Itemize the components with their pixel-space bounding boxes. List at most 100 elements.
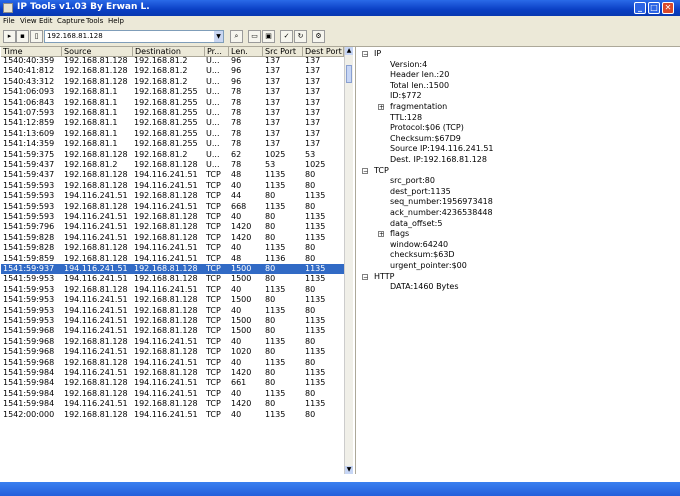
table-row[interactable]: 1542:00:000 192.168.81.128 194.116.241.51 T…: [1, 410, 344, 420]
tree-node[interactable]: TCP: [374, 166, 389, 176]
table-row[interactable]: 1541:59:968 192.168.81.128 194.116.241.51 T…: [1, 358, 344, 368]
tree-node[interactable]: HTTP: [374, 272, 394, 282]
tree-leaf[interactable]: seq_number:1956973418: [390, 197, 493, 207]
tree-leaf[interactable]: Protocol:$06 (TCP): [390, 123, 464, 133]
table-row[interactable]: 1541:59:593 194.116.241.51 192.168.81.128 T…: [1, 191, 344, 201]
tree-leaf[interactable]: ID:$772: [390, 91, 422, 101]
cell-destination: 192.168.81.128: [134, 368, 198, 377]
col-time[interactable]: Time: [1, 47, 62, 56]
table-row[interactable]: 1541:59:593 194.116.241.51 192.168.81.128 T…: [1, 212, 344, 222]
menu-file[interactable]: File: [3, 17, 15, 25]
col-length[interactable]: Len.: [229, 47, 263, 56]
close-button[interactable]: ✕: [662, 2, 674, 14]
table-row[interactable]: 1541:59:593 192.168.81.128 194.116.241.51 T…: [1, 202, 344, 212]
scrollbar-thumb[interactable]: [346, 65, 352, 83]
menu-capture[interactable]: Capture: [57, 17, 85, 25]
table-row[interactable]: 1541:13:609 192.168.81.1 192.168.81.255 U..…: [1, 129, 344, 139]
refresh-icon[interactable]: ↻: [294, 30, 307, 43]
table-row[interactable]: 1541:59:984 194.116.241.51 192.168.81.128 T…: [1, 399, 344, 409]
tree-leaf[interactable]: DATA:1460 Bytes: [390, 282, 459, 292]
cell-time: 1541:59:937: [3, 264, 55, 273]
tree-leaf[interactable]: ack_number:4236538448: [390, 208, 493, 218]
table-row[interactable]: 1541:14:359 192.168.81.1 192.168.81.255 U..…: [1, 139, 344, 149]
table-row[interactable]: 1541:59:953 194.116.241.51 192.168.81.128 T…: [1, 306, 344, 316]
table-row[interactable]: 1541:59:953 194.116.241.51 192.168.81.128 T…: [1, 274, 344, 284]
table-row[interactable]: 1540:40:359 192.168.81.128 192.168.81.2 U..…: [1, 56, 344, 66]
table-row-selected[interactable]: 1541:59:937 194.116.241.51 192.168.81.128 T…: [1, 264, 344, 275]
search-icon[interactable]: ⌕: [230, 30, 243, 43]
col-protocol[interactable]: Pr...: [205, 47, 229, 56]
table-row[interactable]: 1541:59:953 192.168.81.128 194.116.241.51 T…: [1, 285, 344, 295]
settings-icon[interactable]: ⚙: [312, 30, 325, 43]
minimize-button[interactable]: _: [634, 2, 646, 14]
table-row[interactable]: 1541:59:953 194.116.241.51 192.168.81.128 T…: [1, 316, 344, 326]
table-row[interactable]: 1541:59:984 194.116.241.51 192.168.81.128 T…: [1, 368, 344, 378]
scroll-down-icon[interactable]: ▼: [345, 466, 353, 474]
new-document-icon[interactable]: ▯: [30, 30, 43, 43]
menu-edit[interactable]: Edit: [39, 17, 53, 25]
cell-destination: 192.168.81.128: [134, 316, 198, 325]
maximize-button[interactable]: □: [648, 2, 660, 14]
table-row[interactable]: 1541:59:953 194.116.241.51 192.168.81.128 T…: [1, 295, 344, 305]
table-row[interactable]: 1541:59:859 192.168.81.128 194.116.241.51 T…: [1, 254, 344, 264]
tree-leaf[interactable]: Total len.:1500: [390, 81, 449, 91]
table-row[interactable]: 1540:43:312 192.168.81.128 192.168.81.2 U..…: [1, 77, 344, 87]
collapse-icon[interactable]: −: [362, 273, 368, 280]
open-folder-icon[interactable]: ▭: [248, 30, 261, 43]
collapse-icon[interactable]: −: [362, 167, 368, 174]
stop-icon[interactable]: ▪: [16, 30, 29, 43]
tree-leaf[interactable]: Header len.:20: [390, 70, 449, 80]
cell-length: 40: [231, 357, 242, 367]
play-icon[interactable]: ▸: [3, 30, 16, 43]
expand-icon[interactable]: +: [378, 231, 384, 238]
table-row[interactable]: 1541:59:796 194.116.241.51 192.168.81.128 T…: [1, 222, 344, 232]
tree-leaf[interactable]: dest_port:1135: [390, 187, 451, 197]
table-row[interactable]: 1541:59:968 192.168.81.128 194.116.241.51 T…: [1, 337, 344, 347]
cell-time: 1541:59:984: [3, 388, 55, 398]
tree-leaf[interactable]: fragmentation: [390, 102, 447, 112]
tree-leaf[interactable]: flags: [390, 229, 409, 239]
table-row[interactable]: 1541:59:968 194.116.241.51 192.168.81.128 T…: [1, 347, 344, 357]
save-icon[interactable]: ▣: [262, 30, 275, 43]
tree-leaf[interactable]: Dest. IP:192.168.81.128: [390, 155, 487, 165]
table-row[interactable]: 1541:59:968 194.116.241.51 192.168.81.128 T…: [1, 326, 344, 336]
menu-help[interactable]: Help: [108, 17, 124, 25]
tree-leaf[interactable]: urgent_pointer:$00: [390, 261, 467, 271]
address-combo[interactable]: 192.168.81.128 ▼: [44, 30, 224, 43]
chevron-down-icon[interactable]: ▼: [214, 31, 223, 42]
table-row[interactable]: 1541:59:437 192.168.81.2 192.168.81.128 U..…: [1, 160, 344, 170]
packet-list-scrollbar[interactable]: ▲ ▼: [344, 47, 353, 474]
collapse-icon[interactable]: −: [362, 51, 368, 58]
col-source[interactable]: Source: [62, 47, 133, 56]
tree-node[interactable]: IP: [374, 49, 381, 59]
table-row[interactable]: 1541:59:437 192.168.81.128 194.116.241.51 T…: [1, 170, 344, 180]
table-row[interactable]: 1541:07:593 192.168.81.1 192.168.81.255 U..…: [1, 108, 344, 118]
check-icon[interactable]: ✓: [280, 30, 293, 43]
tree-leaf[interactable]: Checksum:$67D9: [390, 134, 461, 144]
table-row[interactable]: 1541:59:984 192.168.81.128 194.116.241.51 T…: [1, 378, 344, 388]
expand-icon[interactable]: +: [378, 104, 384, 111]
col-src-port[interactable]: Src Port: [263, 47, 303, 56]
table-row[interactable]: 1541:59:984 192.168.81.128 194.116.241.51 T…: [1, 389, 344, 399]
table-row[interactable]: 1541:06:843 192.168.81.1 192.168.81.255 U..…: [1, 98, 344, 108]
col-dest-port[interactable]: Dest Port: [303, 47, 344, 56]
menu-view[interactable]: View: [20, 17, 37, 25]
table-row[interactable]: 1541:06:093 192.168.81.1 192.168.81.255 U..…: [1, 87, 344, 97]
cell-protocol: U...: [206, 76, 220, 86]
tree-leaf[interactable]: Source IP:194.116.241.51: [390, 144, 494, 154]
tree-leaf[interactable]: checksum:$63D: [390, 250, 455, 260]
table-row[interactable]: 1541:59:375 192.168.81.128 192.168.81.2 U..…: [1, 150, 344, 160]
tree-leaf[interactable]: src_port:80: [390, 176, 435, 186]
tree-leaf[interactable]: Version:4: [390, 60, 427, 70]
col-destination[interactable]: Destination: [133, 47, 205, 56]
table-row[interactable]: 1540:41:812 192.168.81.128 192.168.81.2 U..…: [1, 66, 344, 76]
tree-leaf[interactable]: window:64240: [390, 240, 448, 250]
scroll-up-icon[interactable]: ▲: [345, 47, 353, 55]
table-row[interactable]: 1541:59:828 192.168.81.128 194.116.241.51 T…: [1, 243, 344, 253]
table-row[interactable]: 1541:59:828 194.116.241.51 192.168.81.128 T…: [1, 233, 344, 243]
tree-leaf[interactable]: data_offset:5: [390, 219, 442, 229]
table-row[interactable]: 1541:59:593 192.168.81.128 194.116.241.51 T…: [1, 181, 344, 191]
menu-tools[interactable]: Tools: [86, 17, 103, 25]
tree-leaf[interactable]: TTL:128: [390, 113, 422, 123]
table-row[interactable]: 1541:12:859 192.168.81.1 192.168.81.255 U..…: [1, 118, 344, 128]
